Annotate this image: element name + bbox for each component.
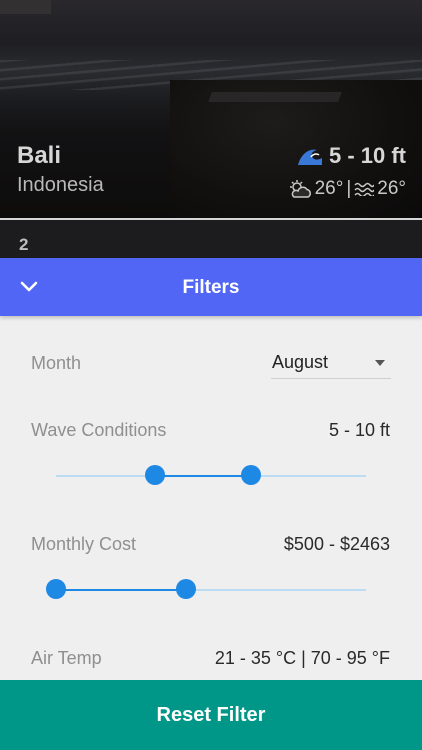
water-temp: 26° — [377, 178, 406, 199]
cost-slider-fill — [56, 589, 187, 591]
month-value: August — [272, 352, 329, 372]
air-temp-label: Air Temp — [31, 648, 102, 668]
wave-height: 5 - 10 ft — [297, 143, 406, 169]
filters-header[interactable]: Filters — [0, 258, 422, 316]
monthly-cost-label: Monthly Cost — [31, 534, 137, 554]
destination-card-2[interactable]: 2 — [0, 220, 422, 260]
wave-conditions-value: 5 - 10 ft — [328, 420, 390, 440]
monthly-cost-slider[interactable] — [46, 579, 366, 599]
destination-city: Bali — [17, 142, 62, 169]
destination-card[interactable]: Bali Indonesia 5 - 10 ft 26° | 26° — [0, 0, 422, 218]
partly-cloudy-icon — [289, 180, 311, 198]
month-label: Month — [31, 353, 82, 373]
wave-slider-min-thumb[interactable] — [145, 465, 166, 485]
month-select[interactable]: August — [271, 350, 391, 379]
air-temp: 26° — [314, 178, 344, 199]
reset-filter-button[interactable]: Reset Filter — [0, 680, 422, 750]
wave-conditions-slider[interactable] — [56, 465, 366, 485]
cost-slider-max-thumb[interactable] — [176, 579, 197, 599]
destination-country: Indonesia — [17, 174, 104, 196]
monthly-cost-value: $500 - $2463 — [283, 534, 390, 554]
temperatures: 26° | 26° — [288, 178, 406, 200]
wave-icon — [297, 149, 322, 165]
wave-slider-max-thumb[interactable] — [241, 465, 262, 485]
cost-slider-min-thumb[interactable] — [46, 579, 66, 599]
wave-slider-fill — [155, 475, 252, 477]
air-temp-value: 21 - 35 °C | 70 - 95 °F — [214, 648, 390, 668]
filters-title: Filters — [182, 277, 240, 298]
wave-conditions-label: Wave Conditions — [31, 420, 167, 440]
dropdown-arrow-icon — [375, 360, 385, 366]
water-waves-icon — [354, 182, 375, 196]
rank-number: 2 — [19, 235, 29, 254]
